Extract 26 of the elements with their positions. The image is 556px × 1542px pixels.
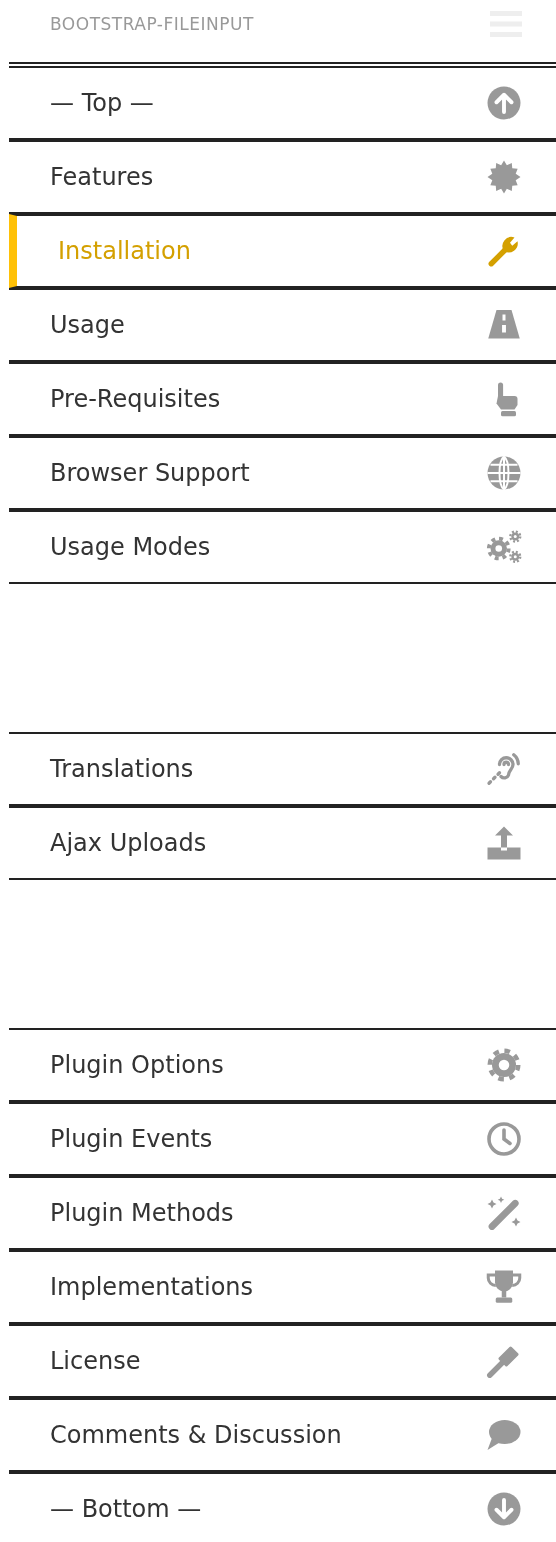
arrow-down-circle-icon	[486, 1491, 522, 1527]
nav-item[interactable]: Pre-Requisites	[9, 362, 556, 436]
nav-item[interactable]: Usage	[9, 288, 556, 362]
nav-item[interactable]: Comments & Discussion	[9, 1398, 556, 1472]
nav-item[interactable]: Plugin Events	[9, 1102, 556, 1176]
nav-item[interactable]: Plugin Options	[9, 1028, 556, 1102]
nav-item[interactable]: Translations	[9, 732, 556, 806]
upload-icon	[486, 825, 522, 861]
clock-icon	[486, 1121, 522, 1157]
gears-icon	[486, 529, 522, 565]
nav-item[interactable]: Browser Support	[9, 436, 556, 510]
arrow-up-circle-icon	[486, 85, 522, 121]
badge-icon	[486, 159, 522, 195]
nav-item[interactable]: Features	[9, 140, 556, 214]
nav-item[interactable]: Usage Modes	[9, 510, 556, 584]
globe-icon	[486, 455, 522, 491]
ear-icon	[486, 751, 522, 787]
trophy-icon	[486, 1269, 522, 1305]
nav-item[interactable]: Ajax Uploads	[9, 806, 556, 880]
nav-item[interactable]: Implementations	[9, 1250, 556, 1324]
nav-item[interactable]: License	[9, 1324, 556, 1398]
nav-item[interactable]: Plugin Methods	[9, 1176, 556, 1250]
magic-wand-icon	[486, 1195, 522, 1231]
gavel-icon	[486, 1343, 522, 1379]
nav-item[interactable]: — Top —	[9, 66, 556, 140]
settings-icon	[486, 1047, 522, 1083]
